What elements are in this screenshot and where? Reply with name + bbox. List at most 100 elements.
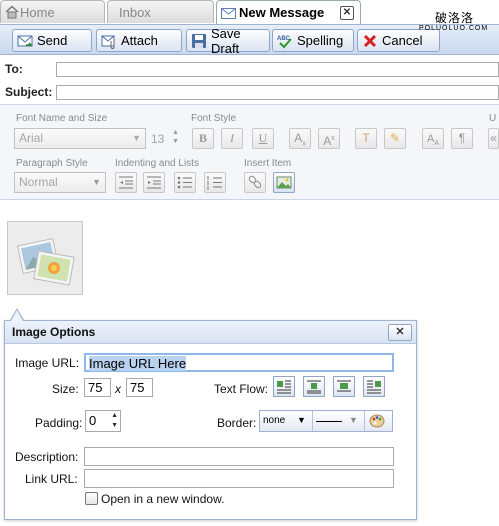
flow-inline-button[interactable] [303, 376, 325, 397]
font-style-group-label: Font Style [191, 113, 237, 124]
tab-home-label: Home [20, 4, 55, 20]
font-size-change-button[interactable]: AA [422, 128, 444, 149]
tab-new-message-label: New Message [239, 5, 325, 20]
image-options-dialog: Image Options ✕ Image URL: Image URL Her… [4, 320, 417, 520]
attach-button[interactable]: Attach [96, 29, 182, 52]
border-options: none ▼ ▼ [259, 410, 393, 432]
paragraph-mark-button[interactable]: ¶ [451, 128, 473, 149]
font-name-group-label: Font Name and Size [16, 113, 108, 124]
link-url-input[interactable] [84, 469, 394, 488]
border-label: Border: [217, 416, 257, 430]
padding-stepper[interactable]: 0 ▲ ▼ [85, 410, 121, 432]
cut-off-button[interactable]: « [488, 128, 499, 149]
send-label: Send [37, 33, 68, 48]
flow-left-button[interactable] [273, 376, 295, 397]
envelope-icon [221, 7, 236, 19]
save-icon [191, 33, 207, 49]
send-icon [17, 33, 33, 49]
insert-link-button[interactable] [244, 172, 266, 193]
bullet-list-icon [177, 176, 192, 189]
underline-button[interactable]: U [252, 128, 274, 149]
bullet-list-button[interactable] [174, 172, 196, 193]
superscript-button[interactable]: Ax [318, 128, 340, 149]
dialog-pointer-inner [11, 310, 23, 321]
tab-new-message[interactable]: New Message ✕ [216, 0, 361, 24]
border-weight-line [316, 421, 342, 422]
attach-icon [101, 33, 117, 49]
padding-label: Padding: [35, 416, 83, 430]
subject-field[interactable] [56, 85, 499, 100]
insert-item-group-label: Insert Item [244, 158, 292, 169]
highlight-button[interactable]: ✎ [384, 128, 406, 149]
cancel-button[interactable]: Cancel [357, 29, 440, 52]
indent-button[interactable] [143, 172, 165, 193]
description-input[interactable] [84, 447, 394, 466]
cancel-label: Cancel [382, 33, 423, 48]
dialog-header: Image Options ✕ [5, 321, 416, 344]
insert-image-button[interactable] [273, 172, 295, 193]
flow-right-button[interactable] [363, 376, 385, 397]
dialog-close-icon[interactable]: ✕ [388, 324, 412, 341]
tab-strip: Home Inbox New Message ✕ 破洛洛 POLUOLUO.CO… [0, 0, 499, 32]
border-style-value: none [263, 415, 286, 426]
link-url-label: Link URL: [25, 472, 78, 486]
dropdown-arrow-icon: ▼ [92, 177, 101, 187]
image-height-input[interactable] [126, 378, 153, 397]
stepper-arrows-icon: ▲ ▼ [111, 412, 118, 429]
new-window-checkbox[interactable] [85, 492, 98, 505]
watermark-url: POLUOLUO.COM [419, 25, 489, 32]
image-url-input[interactable]: Image URL Here [84, 353, 394, 372]
font-name-select[interactable]: Arial ▼ [14, 128, 146, 149]
numbered-list-icon [207, 176, 222, 190]
text-color-button[interactable]: T [355, 128, 377, 149]
bold-button[interactable]: B [192, 128, 214, 149]
border-color-palette-icon[interactable] [369, 413, 385, 434]
paragraph-style-value: Normal [19, 175, 58, 189]
dialog-title: Image Options [12, 325, 96, 339]
cut-off-group-label: U [489, 113, 497, 124]
to-field[interactable] [56, 62, 499, 77]
image-icon [276, 176, 292, 189]
tab-home[interactable]: Home [0, 0, 105, 23]
subscript-button[interactable]: Ax [289, 128, 311, 149]
to-label: To: [5, 62, 23, 76]
close-tab-icon[interactable]: ✕ [340, 6, 354, 20]
inserted-image-placeholder[interactable] [7, 221, 83, 295]
border-weight-dropdown-icon[interactable]: ▼ [349, 415, 358, 425]
subscript-icon: Ax [294, 131, 306, 148]
text-flow-buttons [273, 376, 393, 397]
spellcheck-icon: ABC [277, 33, 293, 49]
outdent-button[interactable] [115, 172, 137, 193]
highlighter-icon: ✎ [389, 131, 401, 145]
image-url-label: Image URL: [15, 356, 80, 370]
size-times-sign: x [115, 382, 121, 396]
save-draft-button[interactable]: Save Draft [186, 26, 270, 56]
save-draft-label: Save Draft [211, 25, 241, 56]
image-width-input[interactable] [84, 378, 111, 397]
subject-label: Subject: [5, 85, 53, 99]
formatting-toolbar: Font Name and Size Font Style U Arial ▼ … [0, 104, 499, 200]
separator [364, 411, 365, 431]
italic-button[interactable]: I [221, 128, 243, 149]
text-color-icon: T [362, 131, 370, 145]
home-icon [5, 5, 19, 19]
font-size-stepper[interactable]: ▲ ▼ [172, 128, 182, 149]
paragraph-style-select[interactable]: Normal ▼ [14, 172, 106, 193]
photos-icon [16, 237, 75, 286]
send-button[interactable]: Send [12, 29, 92, 52]
spelling-button[interactable]: ABC Spelling [272, 29, 354, 52]
font-size-icon: AA [426, 133, 439, 148]
new-window-label: Open in a new window. [101, 492, 225, 506]
indent-icon [147, 176, 161, 189]
tab-inbox[interactable]: Inbox [107, 0, 214, 23]
flow-center-icon [337, 380, 351, 392]
flow-center-button[interactable] [333, 376, 355, 397]
pilcrow-icon: ¶ [458, 131, 466, 145]
link-chain-icon [248, 175, 262, 189]
flow-inline-icon [307, 380, 321, 394]
border-style-dropdown-icon[interactable]: ▼ [297, 415, 306, 425]
font-name-value: Arial [19, 131, 44, 145]
flow-left-icon [277, 380, 291, 394]
numbered-list-button[interactable] [204, 172, 226, 193]
image-url-value: Image URL Here [89, 356, 187, 371]
